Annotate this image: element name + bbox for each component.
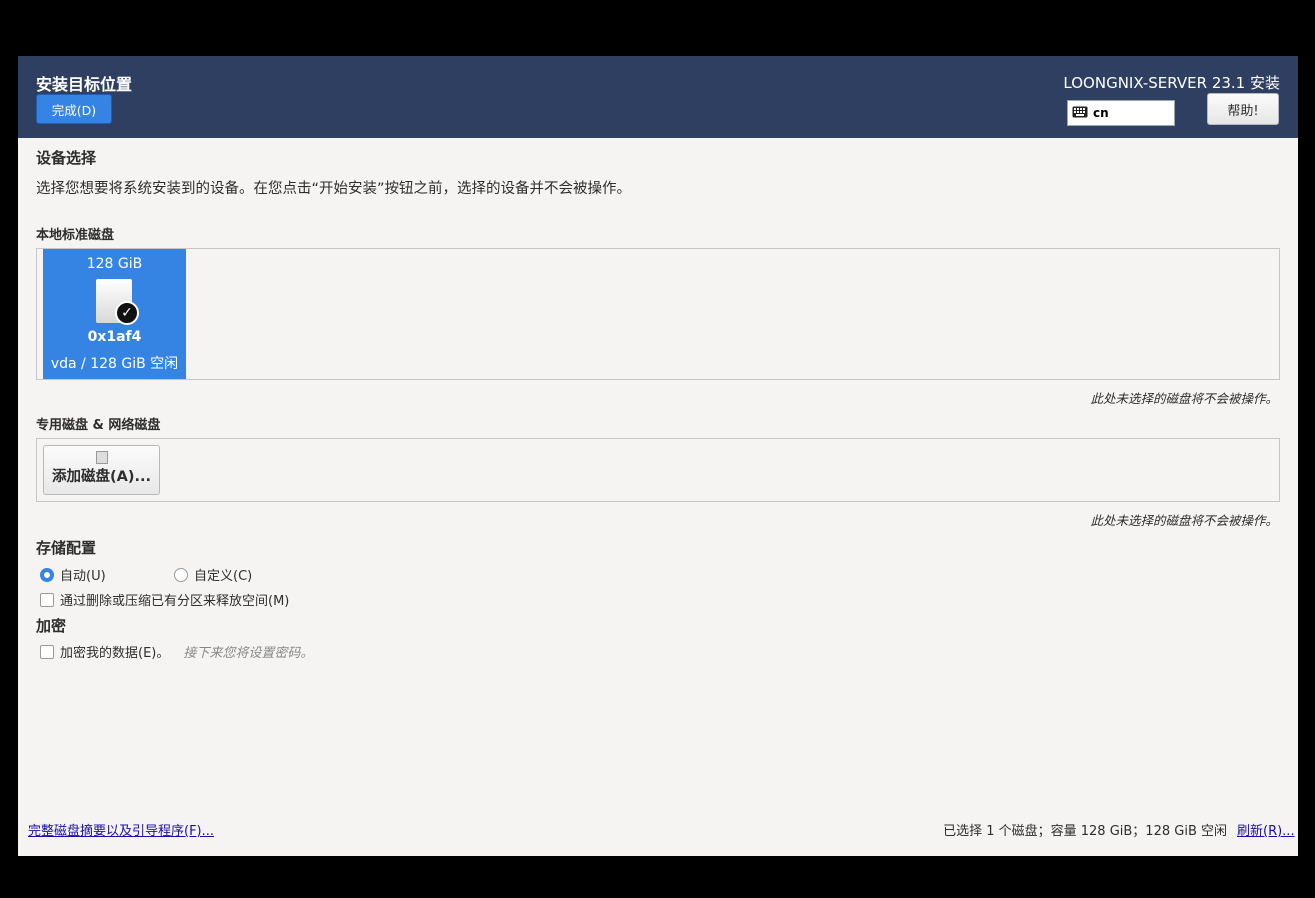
disk-summary-link[interactable]: 完整磁盘摘要以及引导程序(F)... [28,820,214,839]
add-disk-button[interactable]: 添加磁盘(A)... [43,445,160,495]
custom-partition-option[interactable]: 自定义(C) [174,565,252,584]
encrypt-checkbox[interactable] [40,644,54,659]
keyboard-layout-label: cn [1093,106,1109,120]
storage-config-title: 存储配置 [36,539,97,557]
local-disks-note: 此处未选择的磁盘将不会被操作。 [1090,391,1278,406]
reclaim-checkbox[interactable] [40,592,54,607]
disk-size: 128 GiB [86,256,143,272]
auto-radio[interactable] [40,567,54,582]
keyboard-icon [1072,106,1088,121]
checkmark-icon: ✓ [115,301,139,325]
device-selection-description: 选择您想要将系统安装到的设备。在您点击“开始安装”按钮之前，选择的设备并不会被操… [36,181,632,197]
custom-radio[interactable] [174,567,188,582]
keyboard-layout-indicator[interactable]: cn [1067,100,1175,126]
special-disks-note: 此处未选择的磁盘将不会被操作。 [1090,513,1278,528]
disk-add-icon [95,451,108,464]
auto-partition-option[interactable]: 自动(U) [40,565,106,584]
done-button[interactable]: 完成(D) [36,94,112,124]
selection-status: 已选择 1 个磁盘；容量 128 GiB；128 GiB 空闲 [943,824,1227,839]
custom-label: 自定义(C) [194,569,253,584]
refresh-link[interactable]: 刷新(R)... [1237,820,1295,839]
help-button[interactable]: 帮助! [1207,93,1279,125]
local-disks-label: 本地标准磁盘 [36,228,115,243]
add-disk-label: 添加磁盘(A)... [51,469,151,485]
local-disks-panel: 128 GiB ✓ 0x1af4 vda / 128 GiB 空闲 [36,248,1280,380]
header-bar: 安装目标位置 完成(D) LOONGNIX-SERVER 23.1 安装 cn … [18,56,1298,138]
disk-tile-vda[interactable]: 128 GiB ✓ 0x1af4 vda / 128 GiB 空闲 [43,249,186,379]
product-name: LOONGNIX-SERVER 23.1 安装 [1063,74,1280,92]
page-title: 安装目标位置 [36,75,133,94]
encrypt-option[interactable]: 加密我的数据(E)。 接下来您将设置密码。 [40,642,313,661]
encrypt-hint: 接下来您将设置密码。 [183,646,314,661]
reclaim-label: 通过删除或压缩已有分区来释放空间(M) [60,594,290,609]
auto-label: 自动(U) [60,569,106,584]
device-selection-title: 设备选择 [36,149,97,167]
encryption-title: 加密 [36,617,67,635]
special-disks-label: 专用磁盘 & 网络磁盘 [36,418,161,433]
installer-window: 安装目标位置 完成(D) LOONGNIX-SERVER 23.1 安装 cn … [18,56,1298,856]
disk-info: vda / 128 GiB 空闲 [50,356,179,372]
encrypt-label: 加密我的数据(E)。 [60,646,170,661]
reclaim-space-option[interactable]: 通过删除或压缩已有分区来释放空间(M) [40,590,289,609]
disk-model: 0x1af4 [87,329,142,345]
special-disks-panel: 添加磁盘(A)... [36,438,1280,502]
